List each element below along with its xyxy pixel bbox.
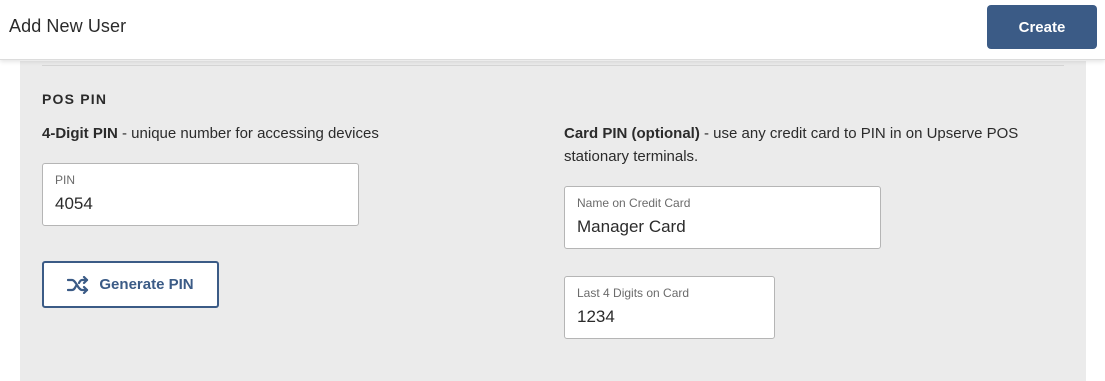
last-four-digits-input[interactable]	[577, 306, 762, 328]
name-on-card-label: Name on Credit Card	[577, 196, 691, 210]
pin-field-label: PIN	[55, 173, 76, 187]
top-bar: Add New User Create	[0, 0, 1105, 60]
pin-description: 4-Digit PIN - unique number for accessin…	[42, 122, 522, 145]
generate-pin-label: Generate PIN	[99, 276, 194, 293]
name-on-card-input[interactable]	[577, 216, 868, 238]
card-pin-description-bold: Card PIN (optional)	[564, 125, 700, 142]
create-button[interactable]: Create	[987, 5, 1097, 49]
shuffle-icon	[67, 275, 89, 294]
section-title: POS PIN	[42, 91, 108, 107]
generate-pin-button[interactable]: Generate PIN	[42, 261, 219, 308]
pin-description-text: - unique number for accessing devices	[117, 125, 379, 142]
card-pin-description: Card PIN (optional) - use any credit car…	[564, 122, 1064, 168]
pos-pin-panel: POS PIN 4-Digit PIN - unique number for …	[20, 61, 1086, 381]
panel-divider	[42, 65, 1064, 66]
page-title: Add New User	[9, 16, 127, 36]
pin-input[interactable]	[55, 193, 346, 215]
name-on-card-field[interactable]: Name on Credit Card	[564, 186, 881, 249]
pin-field[interactable]: PIN	[42, 163, 359, 226]
pin-description-bold: 4-Digit PIN	[42, 125, 118, 142]
last-four-digits-field[interactable]: Last 4 Digits on Card	[564, 276, 775, 339]
last-four-digits-label: Last 4 Digits on Card	[577, 286, 690, 300]
